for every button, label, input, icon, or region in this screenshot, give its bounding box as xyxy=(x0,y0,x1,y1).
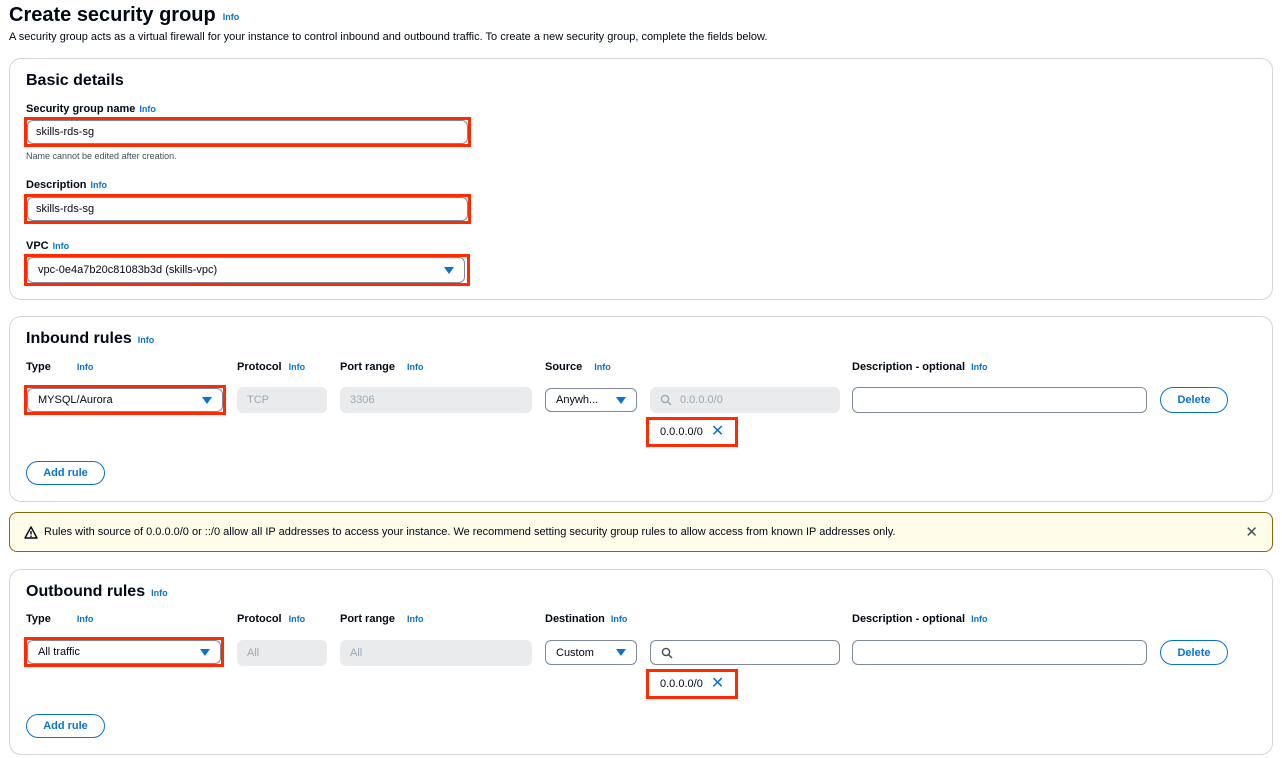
vpc-highlight xyxy=(24,254,470,286)
outbound-port-field: All xyxy=(340,640,532,666)
open-access-warning: Rules with source of 0.0.0.0/0 or ::/0 a… xyxy=(9,512,1273,552)
inbound-cidr-search[interactable]: 0.0.0.0/0 xyxy=(650,387,840,413)
inbound-source-header: Source Info xyxy=(545,361,611,373)
warning-icon xyxy=(24,525,38,539)
inbound-source-select[interactable]: Anywh... xyxy=(545,388,637,412)
outbound-type-info-link[interactable]: Info xyxy=(77,614,94,624)
outbound-destination-header: Destination Info xyxy=(545,613,628,625)
outbound-port-info-link[interactable]: Info xyxy=(407,614,424,624)
description-highlight xyxy=(24,194,471,224)
inbound-protocol-field: TCP xyxy=(237,387,327,413)
title-info-link[interactable]: Info xyxy=(223,12,240,22)
inbound-port-field: 3306 xyxy=(340,387,532,413)
outbound-type-highlight xyxy=(24,637,224,667)
name-highlight xyxy=(24,117,471,147)
inbound-source-info-link[interactable]: Info xyxy=(594,362,611,372)
inbound-delete-button[interactable]: Delete xyxy=(1160,387,1228,413)
outbound-desc-info-link[interactable]: Info xyxy=(971,614,988,624)
outbound-destination-value: Custom xyxy=(556,646,594,659)
inbound-desc-info-link[interactable]: Info xyxy=(971,362,988,372)
outbound-dest-info-link[interactable]: Info xyxy=(611,614,628,624)
inbound-rules-heading: Inbound rules Info xyxy=(26,330,155,347)
outbound-delete-button[interactable]: Delete xyxy=(1160,640,1228,665)
inbound-type-info-link[interactable]: Info xyxy=(77,362,94,372)
inbound-info-link[interactable]: Info xyxy=(138,335,155,345)
description-info-link[interactable]: Info xyxy=(91,180,108,190)
chevron-down-icon xyxy=(616,649,626,656)
outbound-description-input[interactable] xyxy=(852,640,1147,665)
security-group-name-label: Security group name Info xyxy=(26,103,156,115)
close-icon[interactable]: ✕ xyxy=(1245,523,1258,541)
inbound-token-highlight xyxy=(646,417,738,447)
warning-text: Rules with source of 0.0.0.0/0 or ::/0 a… xyxy=(44,526,896,538)
outbound-destination-select[interactable]: Custom xyxy=(545,640,637,665)
outbound-info-link[interactable]: Info xyxy=(151,588,168,598)
outbound-type-header: Type Info xyxy=(26,613,94,625)
inbound-source-value: Anywh... xyxy=(556,394,599,406)
basic-details-heading: Basic details xyxy=(26,72,124,89)
vpc-label: VPC Info xyxy=(26,240,70,252)
outbound-rules-heading: Outbound rules Info xyxy=(26,583,168,600)
vpc-info-link[interactable]: Info xyxy=(53,241,70,251)
inbound-protocol-header: Protocol Info xyxy=(237,361,306,373)
description-label: Description Info xyxy=(26,179,108,191)
outbound-cidr-search[interactable] xyxy=(650,640,840,665)
page-title: Create security group Info xyxy=(9,4,240,26)
search-icon xyxy=(660,394,672,406)
outbound-description-header: Description - optional Info xyxy=(852,613,988,625)
outbound-protocol-field: All xyxy=(237,640,327,666)
outbound-port-header: Port range Info xyxy=(340,613,424,625)
chevron-down-icon xyxy=(616,396,626,404)
page-description: A security group acts as a virtual firew… xyxy=(9,31,768,43)
outbound-protocol-header: Protocol Info xyxy=(237,613,306,625)
inbound-description-input[interactable] xyxy=(852,387,1147,413)
inbound-cidr-placeholder: 0.0.0.0/0 xyxy=(680,394,723,406)
name-hint: Name cannot be edited after creation. xyxy=(26,151,177,161)
inbound-protocol-info-link[interactable]: Info xyxy=(289,362,306,372)
outbound-add-rule-button[interactable]: Add rule xyxy=(26,714,105,738)
inbound-port-header: Port range Info xyxy=(340,361,424,373)
inbound-description-header: Description - optional Info xyxy=(852,361,988,373)
inbound-type-header: Type Info xyxy=(26,361,94,373)
inbound-add-rule-button[interactable]: Add rule xyxy=(26,461,105,485)
inbound-port-info-link[interactable]: Info xyxy=(407,362,424,372)
inbound-type-highlight xyxy=(24,385,226,415)
outbound-token-highlight xyxy=(646,669,738,699)
search-icon xyxy=(661,647,673,658)
name-info-link[interactable]: Info xyxy=(139,104,156,114)
outbound-protocol-info-link[interactable]: Info xyxy=(289,614,306,624)
